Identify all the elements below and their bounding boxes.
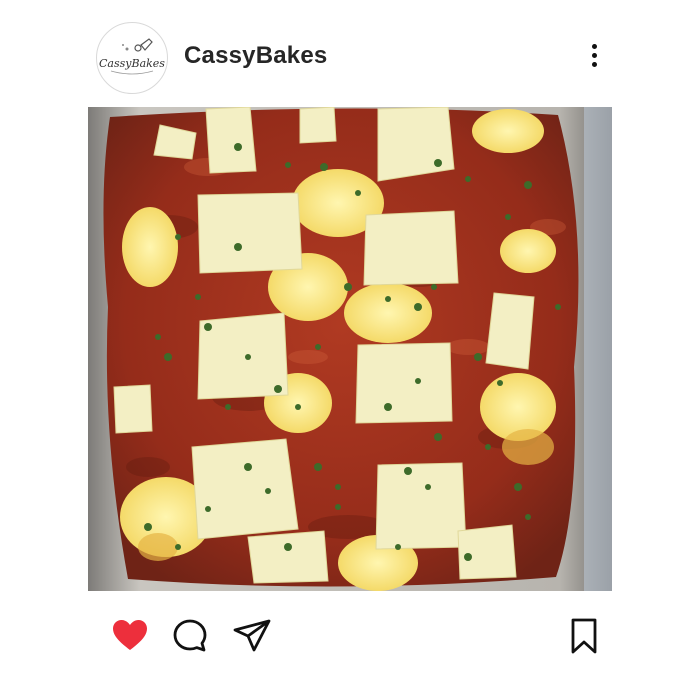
post-image bbox=[88, 107, 612, 591]
post-header: CassyBakes CassyBakes bbox=[88, 20, 612, 96]
heart-icon[interactable] bbox=[110, 616, 150, 656]
post-action-bar bbox=[88, 610, 612, 660]
paper-plane-icon[interactable] bbox=[232, 616, 272, 656]
avatar[interactable]: CassyBakes bbox=[96, 22, 168, 94]
username[interactable]: CassyBakes bbox=[184, 42, 327, 70]
more-vertical-icon[interactable] bbox=[588, 44, 600, 72]
cassybakes-logo: CassyBakes bbox=[99, 38, 165, 75]
bookmark-icon[interactable] bbox=[564, 616, 604, 656]
comment-icon[interactable] bbox=[170, 616, 210, 656]
food-photo bbox=[88, 107, 612, 591]
avatar-logo-text: CassyBakes bbox=[99, 57, 165, 70]
